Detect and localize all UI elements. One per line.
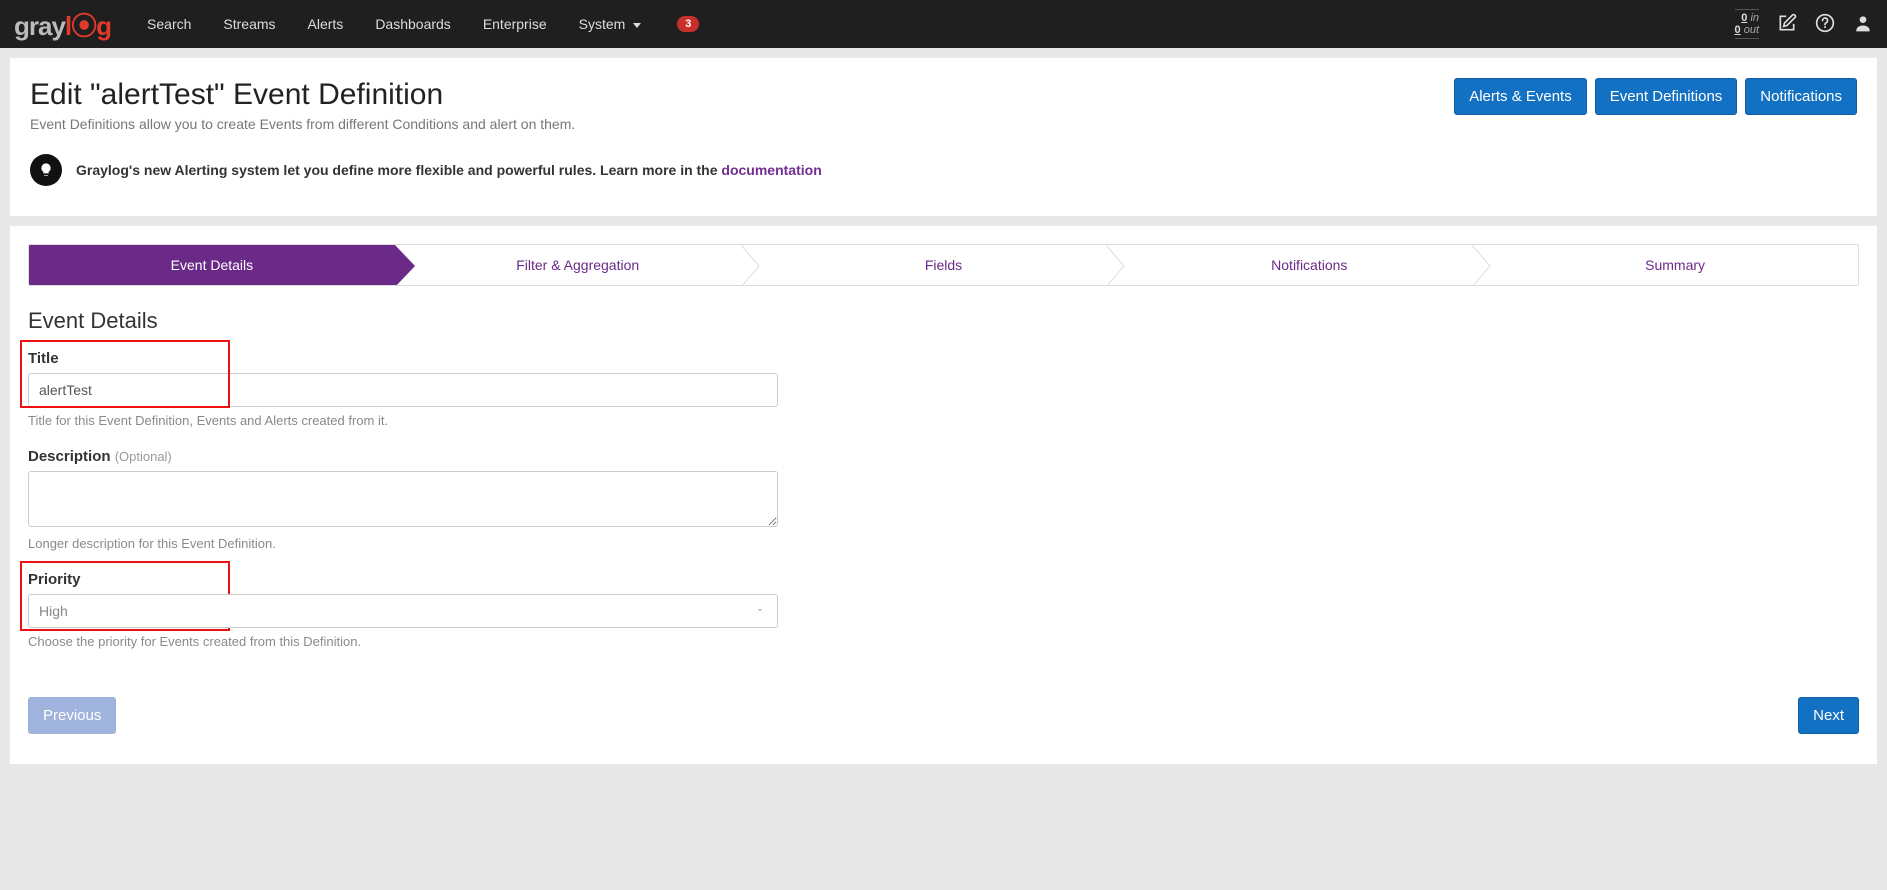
notifications-button[interactable]: Notifications (1745, 78, 1857, 115)
step-label: Summary (1645, 257, 1705, 273)
priority-select[interactable]: High (28, 594, 778, 628)
navbar: grayl⦿g Search Streams Alerts Dashboards… (0, 0, 1887, 48)
page-title: Edit "alertTest" Event Definition (30, 78, 575, 112)
priority-group: Priority High Choose the priority for Ev… (28, 571, 778, 649)
description-optional: (Optional) (115, 449, 172, 464)
alerts-events-button[interactable]: Alerts & Events (1454, 78, 1587, 115)
description-group: Description (Optional) Longer descriptio… (28, 448, 778, 551)
tip-text: Graylog's new Alerting system let you de… (76, 162, 822, 178)
description-help: Longer description for this Event Defini… (28, 536, 778, 551)
lightbulb-icon (30, 154, 62, 186)
throughput-indicator: 0 in 0 out (1735, 9, 1759, 39)
event-definitions-button[interactable]: Event Definitions (1595, 78, 1738, 115)
description-textarea[interactable] (28, 471, 778, 527)
description-label: Description (Optional) (28, 448, 778, 465)
wizard-card: Event Details Filter & Aggregation Field… (10, 226, 1877, 764)
step-label: Event Details (171, 257, 253, 273)
priority-help: Choose the priority for Events created f… (28, 634, 778, 649)
title-group: Title Title for this Event Definition, E… (28, 350, 778, 428)
tip-row: Graylog's new Alerting system let you de… (30, 154, 1857, 186)
nav-streams[interactable]: Streams (207, 0, 291, 48)
wizard-steps: Event Details Filter & Aggregation Field… (28, 244, 1859, 286)
documentation-link[interactable]: documentation (721, 162, 821, 178)
section-heading: Event Details (28, 308, 1859, 334)
step-label: Notifications (1271, 257, 1347, 273)
brand-logo[interactable]: grayl⦿g (14, 6, 111, 43)
priority-label: Priority (28, 571, 778, 588)
next-button[interactable]: Next (1798, 697, 1859, 734)
nav-alerts[interactable]: Alerts (292, 0, 360, 48)
nav-right: 0 in 0 out (1735, 9, 1873, 39)
nav-enterprise[interactable]: Enterprise (467, 0, 563, 48)
nav-items: Search Streams Alerts Dashboards Enterpr… (131, 0, 1734, 48)
throughput-in-value: 0 (1741, 12, 1747, 24)
step-label: Fields (925, 257, 962, 273)
wizard-footer: Previous Next (28, 697, 1859, 734)
step-fields[interactable]: Fields (761, 245, 1127, 285)
description-label-text: Description (28, 448, 111, 465)
nav-system-label: System (579, 16, 626, 32)
throughput-out-label: out (1744, 24, 1759, 36)
edit-icon[interactable] (1777, 13, 1797, 36)
step-notifications[interactable]: Notifications (1126, 245, 1492, 285)
step-filter-aggregation[interactable]: Filter & Aggregation (395, 245, 761, 285)
nav-dashboards[interactable]: Dashboards (359, 0, 467, 48)
help-icon[interactable] (1815, 13, 1835, 36)
throughput-out-value: 0 (1735, 24, 1741, 36)
chevron-down-icon (633, 23, 641, 28)
header-buttons: Alerts & Events Event Definitions Notifi… (1454, 78, 1857, 115)
previous-button: Previous (28, 697, 116, 734)
page-subtitle: Event Definitions allow you to create Ev… (30, 116, 575, 132)
nav-search[interactable]: Search (131, 0, 207, 48)
step-label: Filter & Aggregation (516, 257, 639, 273)
title-help: Title for this Event Definition, Events … (28, 413, 778, 428)
nav-system[interactable]: System (563, 0, 658, 48)
notification-badge[interactable]: 3 (677, 16, 699, 32)
step-event-details[interactable]: Event Details (29, 245, 395, 285)
page-header-card: Edit "alertTest" Event Definition Event … (10, 58, 1877, 216)
step-summary[interactable]: Summary (1492, 245, 1858, 285)
throughput-in-label: in (1750, 12, 1759, 24)
title-input[interactable] (28, 373, 778, 407)
tip-prefix: Graylog's new Alerting system let you de… (76, 162, 721, 178)
title-label: Title (28, 350, 778, 367)
user-icon[interactable] (1853, 13, 1873, 36)
